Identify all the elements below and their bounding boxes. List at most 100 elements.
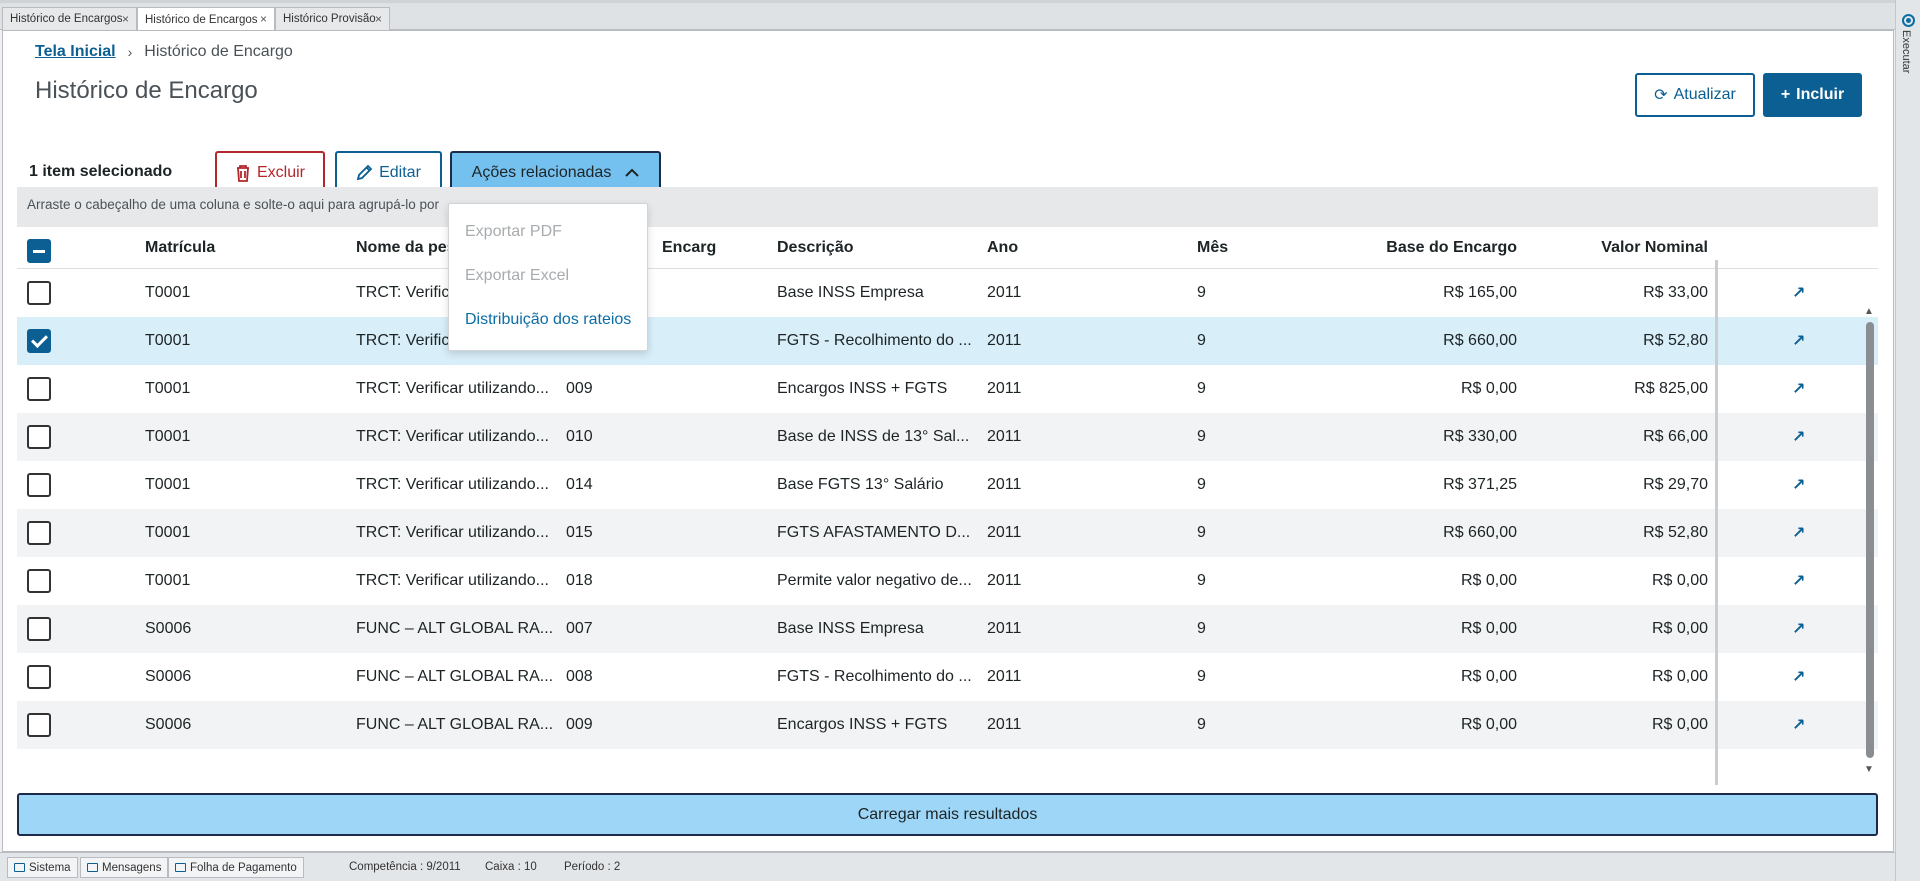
status-sistema-label: Sistema — [29, 861, 71, 874]
table-row[interactable]: T0001 TRCT: Verificar utilizando... 015 FGT… — [17, 509, 1878, 557]
close-icon[interactable]: × — [375, 12, 382, 26]
tab-label: Histórico de Encargos — [10, 13, 123, 25]
open-detail-icon[interactable]: ↗ — [1792, 619, 1805, 639]
row-checkbox[interactable] — [27, 617, 51, 641]
scroll-down-icon[interactable]: ▼ — [1864, 764, 1874, 775]
table-row[interactable]: S0006 FUNC – ALT GLOBAL RA... 008 FGTS - Re… — [17, 653, 1878, 701]
row-checkbox[interactable] — [27, 473, 51, 497]
status-modulo-button[interactable]: Folha de Pagamento — [168, 857, 304, 878]
header-select-all[interactable] — [17, 227, 107, 268]
monitor-icon — [14, 863, 25, 872]
scroll-up-icon[interactable]: ▲ — [1864, 306, 1874, 317]
tab-historico-provisao[interactable]: Histórico Provisão × — [275, 7, 390, 30]
tab-historico-encargos-2[interactable]: Histórico de Encargos × — [137, 7, 275, 31]
header-ano[interactable]: Ano — [987, 227, 1187, 268]
cell-descricao: Encargos INSS + FGTS — [777, 716, 948, 733]
table-row[interactable]: T0001TRCT: Verificar utilizando...008FGT… — [17, 317, 1878, 365]
open-detail-icon[interactable]: ↗ — [1792, 715, 1805, 735]
table-row[interactable]: S0006 FUNC – ALT GLOBAL RA... 007 Base INSS… — [17, 605, 1878, 653]
menu-item-distribuicao-rateios[interactable]: Distribuição dos rateios — [465, 311, 631, 329]
table-row[interactable]: S0006 FUNC – ALT GLOBAL RA... 009 Encargos … — [17, 701, 1878, 749]
pencil-icon — [356, 164, 373, 181]
open-detail-icon[interactable]: ↗ — [1792, 523, 1805, 543]
menu-item-export-pdf[interactable]: Exportar PDF — [465, 223, 562, 241]
cell-valor-nominal: R$ 0,00 — [1651, 668, 1708, 685]
table-row[interactable]: T0001 TRCT: Verificar utilizando... 014 Bas… — [17, 461, 1878, 509]
row-checkbox[interactable] — [27, 425, 51, 449]
vertical-scrollbar[interactable]: ▲ ▼ — [1862, 306, 1876, 782]
table-row[interactable]: T0001 TRCT: Verificar utilizando... 018 Per… — [17, 557, 1878, 605]
row-checkbox[interactable] — [27, 569, 51, 593]
cell-encargo: 015 — [566, 524, 593, 541]
cell-base-encargo: R$ 0,00 — [1460, 572, 1517, 589]
gear-icon[interactable] — [1902, 14, 1915, 27]
select-all-checkbox[interactable] — [27, 239, 51, 263]
table-row[interactable]: T0001 TRCT: Verificar utilizando... 009 Enc… — [17, 365, 1878, 413]
module-icon — [175, 863, 186, 872]
cell-base-encargo: R$ 660,00 — [1443, 524, 1517, 541]
tab-label: Histórico Provisão — [283, 13, 376, 25]
cell-ano: 2011 — [987, 476, 1022, 493]
grid-body: T0001 TRCT: Verificar utilizando... 007 Bas… — [17, 269, 1878, 749]
scrollbar-thumb[interactable] — [1866, 322, 1874, 758]
cell-base-encargo: R$ 660,00 — [1443, 332, 1517, 349]
cell-valor-nominal: R$ 33,00 — [1643, 284, 1708, 301]
cell-valor-nominal: R$ 52,80 — [1643, 524, 1708, 541]
open-detail-icon[interactable]: ↗ — [1792, 571, 1805, 591]
cell-mes: 9 — [1197, 716, 1206, 733]
table-row[interactable]: T0001 TRCT: Verificar utilizando... 010 Bas… — [17, 413, 1878, 461]
status-bar: Sistema Mensagens Folha de Pagamento Com… — [0, 852, 1895, 881]
open-detail-icon[interactable]: ↗ — [1792, 475, 1805, 495]
open-detail-icon[interactable]: ↗ — [1792, 427, 1805, 447]
table-row[interactable]: T0001TRCT: Verificar utilizando...007Bas… — [17, 269, 1878, 317]
breadcrumb-home-link[interactable]: Tela Inicial — [35, 43, 116, 61]
open-detail-icon[interactable]: ↗ — [1792, 331, 1805, 351]
row-checkbox[interactable] — [27, 521, 51, 545]
header-descricao[interactable]: Descrição — [777, 227, 977, 268]
header-base-encargo[interactable]: Base do Encargo — [1317, 227, 1517, 268]
row-checkbox[interactable] — [27, 713, 51, 737]
load-more-button[interactable]: Carregar mais resultados — [17, 793, 1878, 836]
refresh-button[interactable]: ⟳ Atualizar — [1635, 73, 1755, 117]
chevron-right-icon: › — [127, 44, 133, 60]
add-button[interactable]: + Incluir — [1763, 73, 1862, 117]
row-select-cell — [17, 269, 107, 317]
row-checkbox[interactable] — [27, 665, 51, 689]
cell-nome: TRCT: Verificar utilizando... — [356, 524, 549, 541]
header-nome[interactable]: Nome da pessoa — [356, 227, 463, 268]
header-matricula[interactable]: Matrícula — [145, 227, 345, 268]
row-checkbox[interactable] — [27, 329, 51, 353]
cell-descricao: Base INSS Empresa — [777, 284, 924, 301]
row-checkbox[interactable] — [27, 281, 51, 305]
open-detail-icon[interactable]: ↗ — [1792, 283, 1805, 303]
status-modulo-label: Folha de Pagamento — [190, 861, 297, 874]
row-checkbox[interactable] — [27, 377, 51, 401]
close-icon[interactable]: × — [260, 12, 267, 26]
menu-item-export-excel[interactable]: Exportar Excel — [465, 267, 569, 285]
close-icon[interactable]: × — [122, 12, 129, 26]
add-label: Incluir — [1796, 86, 1845, 103]
cell-nome: TRCT: Verificar utilizando... — [356, 572, 549, 589]
cell-nome: FUNC – ALT GLOBAL RA... — [356, 716, 554, 733]
execute-side-panel[interactable]: Executar — [1895, 0, 1920, 881]
status-mensagens-button[interactable]: Mensagens — [80, 857, 169, 878]
tab-historico-encargos-1[interactable]: Histórico de Encargos × — [2, 7, 137, 30]
cell-valor-nominal: R$ 29,70 — [1643, 476, 1708, 493]
cell-valor-nominal: R$ 0,00 — [1651, 572, 1708, 589]
cell-mes: 9 — [1197, 620, 1206, 637]
group-by-bar[interactable]: Arraste o cabeçalho de uma coluna e solt… — [17, 187, 1878, 227]
cell-matricula: T0001 — [145, 572, 191, 589]
open-detail-icon[interactable]: ↗ — [1792, 667, 1805, 687]
status-mensagens-label: Mensagens — [102, 861, 162, 874]
status-periodo: Período : 2 — [564, 861, 621, 873]
cell-nome: FUNC – ALT GLOBAL RA... — [356, 668, 554, 685]
plus-icon: + — [1780, 86, 1791, 103]
open-detail-icon[interactable]: ↗ — [1792, 379, 1805, 399]
status-sistema-button[interactable]: Sistema — [7, 857, 78, 878]
cell-base-encargo: R$ 371,25 — [1443, 476, 1517, 493]
cell-base-encargo: R$ 0,00 — [1460, 668, 1517, 685]
row-select-cell — [17, 413, 107, 461]
refresh-label: Atualizar — [1673, 86, 1736, 103]
cell-matricula: T0001 — [145, 524, 191, 541]
header-valor-nominal[interactable]: Valor Nominal — [1527, 227, 1708, 268]
